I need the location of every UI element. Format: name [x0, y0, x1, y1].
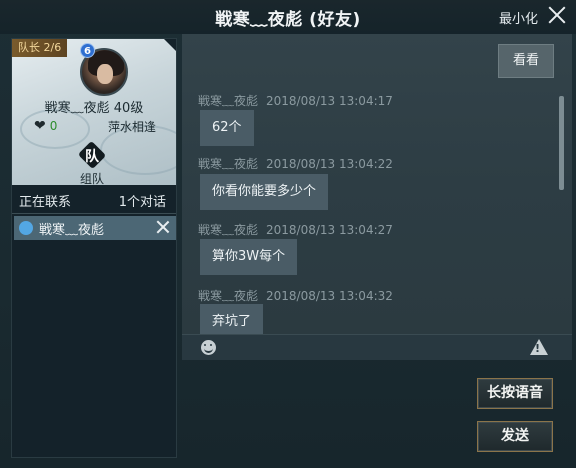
- chat-window: 戦寒﹏夜彪 (好友) 最小化 队长 2/6 6 戦寒﹏夜彪 40级 ❤ 0 萍水相…: [0, 0, 576, 468]
- friend-profile-card: 队长 2/6 6 戦寒﹏夜彪 40级 ❤ 0 萍水相逢 队 组队: [12, 39, 176, 185]
- message-meta: 戦寒﹏夜彪 2018/08/13 13:04:27: [198, 221, 393, 238]
- friend-sidebar: 队长 2/6 6 戦寒﹏夜彪 40级 ❤ 0 萍水相逢 队 组队 正在联系 1个对…: [11, 38, 177, 458]
- contact-header-title: 正在联系: [19, 195, 72, 210]
- message-bubble: 弃坑了: [200, 304, 264, 334]
- message-bubble: 算你3W每个: [200, 239, 298, 275]
- heart-icon: ❤: [34, 118, 46, 134]
- message-meta: 戦寒﹏夜彪 2018/08/13 13:04:22: [198, 155, 393, 172]
- message-sender: 戦寒﹏夜彪: [198, 94, 259, 108]
- minimize-button[interactable]: 最小化: [499, 8, 538, 27]
- contact-name: 戦寒﹏夜彪: [39, 223, 105, 238]
- contact-item[interactable]: 戦寒﹏夜彪: [14, 216, 176, 240]
- message-bubble: 62个: [200, 110, 254, 146]
- chat-history[interactable]: 看看 戦寒﹏夜彪 2018/08/13 13:04:17 62个 戦寒﹏夜彪 201…: [182, 34, 572, 334]
- close-conversation-icon[interactable]: [154, 218, 172, 236]
- message-time: 2018/08/13 13:04:27: [266, 223, 393, 237]
- message-bubble: 你看你能要多少个: [200, 174, 329, 210]
- message-time: 2018/08/13 13:04:32: [266, 289, 393, 303]
- contact-header: 正在联系 1个对话: [12, 189, 176, 211]
- team-leader-badge: 队长 2/6: [12, 39, 68, 57]
- intimacy-value: 0: [49, 119, 58, 133]
- team-button[interactable]: 队 组队: [77, 140, 107, 185]
- message-meta: 戦寒﹏夜彪 2018/08/13 13:04:32: [198, 287, 393, 304]
- send-button[interactable]: 发送: [477, 421, 553, 452]
- chat-scrollbar[interactable]: [559, 96, 564, 190]
- title-bar: 戦寒﹏夜彪 (好友) 最小化: [0, 0, 576, 34]
- team-icon-glyph: 队: [85, 149, 99, 165]
- window-title: 戦寒﹏夜彪 (好友): [215, 10, 361, 30]
- avatar-face: [97, 64, 113, 84]
- chat-input-bar[interactable]: !: [182, 334, 572, 360]
- message-sender: 戦寒﹏夜彪: [198, 157, 259, 171]
- online-status-icon: [19, 221, 33, 235]
- contact-count: 1个对话: [118, 195, 166, 210]
- close-icon[interactable]: [547, 5, 567, 25]
- divider: [12, 213, 176, 214]
- message-time: 2018/08/13 13:04:17: [266, 94, 393, 108]
- message-sender: 戦寒﹏夜彪: [198, 289, 259, 303]
- hold-voice-button[interactable]: 长按语音: [477, 378, 553, 409]
- relation-label: 萍水相逢: [107, 120, 156, 134]
- message-time: 2018/08/13 13:04:22: [266, 157, 393, 171]
- intimacy-row: ❤ 0: [34, 118, 57, 134]
- friend-name-level: 戦寒﹏夜彪 40级: [44, 101, 144, 116]
- class-badge-icon: 6: [80, 43, 95, 58]
- warning-icon-mark: !: [534, 342, 540, 355]
- message-meta: 戦寒﹏夜彪 2018/08/13 13:04:17: [198, 92, 393, 109]
- message-sender: 戦寒﹏夜彪: [198, 223, 259, 237]
- corner-fold: [164, 39, 176, 51]
- my-message-bubble: 看看: [498, 44, 554, 78]
- emoji-icon[interactable]: [201, 340, 216, 355]
- team-label: 组队: [79, 172, 104, 185]
